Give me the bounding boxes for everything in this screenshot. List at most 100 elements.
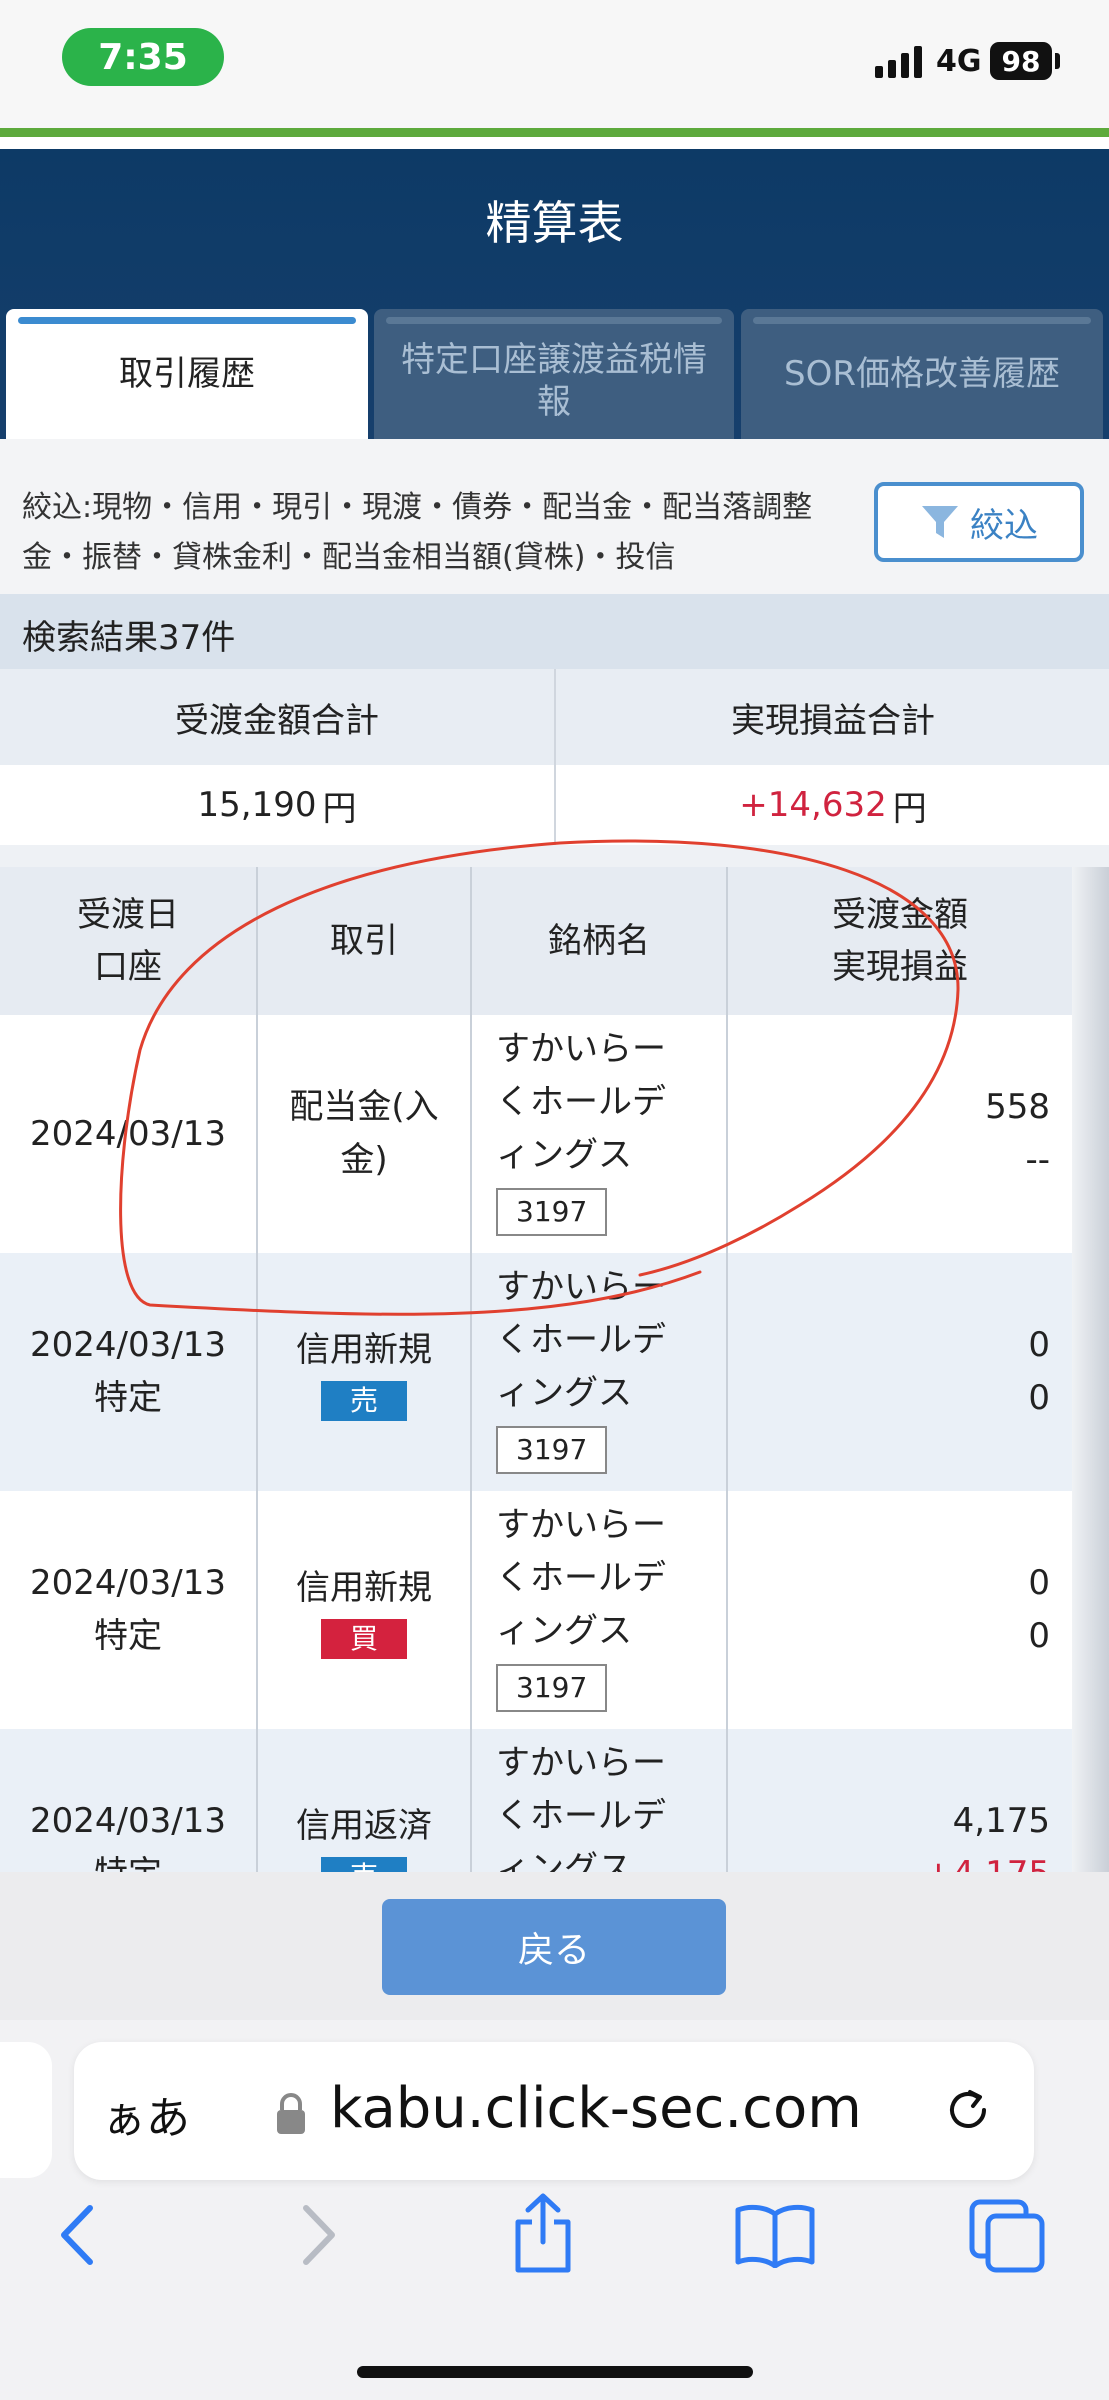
row-amounts: 0 0 [1028,1491,1050,1729]
table-row[interactable]: 2024/03/13 配当金(入 金) すかいらー くホールデ ィングス 319… [0,1015,1072,1253]
row-trade: 信用新規 買 [258,1491,470,1729]
trade-type: 信用返済 [296,1805,432,1846]
funnel-icon [922,506,958,538]
row-amounts: 558 -- [985,1015,1050,1253]
column-divider [470,867,472,1872]
row-amounts: 4,175 +4,175 [924,1729,1050,1872]
row-trade: 信用返済 売 [258,1729,470,1872]
page-header: 精算表 取引履歴 特定口座譲渡益税情報 SOR価格改善履歴 [0,149,1109,439]
tab-sor-history[interactable]: SOR価格改善履歴 [741,309,1103,439]
settlement-total-value: 15,190 [197,785,317,825]
date-text: 2024/03/13 [30,1113,226,1154]
col-header-name: 銘柄名 [548,921,650,961]
security-name: すかいらー くホールデ ィングス [496,1029,666,1175]
tab-trade-history[interactable]: 取引履歴 [6,309,368,439]
trade-type: 信用新規 [296,1567,432,1608]
column-divider [726,867,728,1872]
url-text: kabu.click-sec.com [330,2076,862,2141]
col-header-amount: 受渡金額 実現損益 [832,895,968,987]
status-bar: 7:35 4G 98 [0,0,1109,128]
sell-badge: 売 [321,1380,407,1421]
amount-value: 558 [985,1087,1050,1127]
currency-unit: 円 [892,788,927,829]
amount-value: 4,175 [952,1801,1050,1841]
date-text: 2024/03/13 [30,1563,226,1603]
account-type: 特定 [94,1378,162,1418]
results-count-bar: 検索結果37件 [0,594,1109,669]
pnl-total: +14,632 円 [556,765,1109,845]
row-trade: 配当金(入 金) [289,1087,439,1180]
browser-toolbar: ぁあ kabu.click-sec.com [0,2020,1109,2400]
row-security[interactable]: すかいらー くホールデ ィングス 3197 [496,1499,666,1713]
currency-unit: 円 [322,788,357,829]
date-text: 2024/03/13 [30,1325,226,1365]
tab-tax-info[interactable]: 特定口座譲渡益税情報 [374,309,734,439]
tabs-icon[interactable] [968,2198,1048,2274]
date-text: 2024/03/13 [30,1801,226,1841]
network-type: 4G [936,44,982,79]
cellular-signal-icon [875,46,922,78]
reload-icon[interactable] [940,2082,996,2138]
tab-indicator [386,317,722,324]
security-code: 3197 [496,1426,608,1474]
pnl-value: 0 [1028,1616,1050,1656]
battery-tip [1055,53,1060,69]
security-name: すかいらー くホールデ ィングス [496,1743,666,1872]
home-indicator [357,2366,753,2378]
previous-tab-preview[interactable] [0,2042,52,2178]
tab-label: SOR価格改善履歴 [784,353,1060,394]
settlement-total-label: 受渡金額合計 [175,700,379,741]
share-icon[interactable] [508,2192,578,2276]
amount-value: 0 [1028,1563,1050,1603]
row-amounts: 0 0 [1028,1253,1050,1491]
sell-badge: 売 [321,1856,407,1872]
page-title: 精算表 [485,196,624,250]
row-trade: 信用新規 売 [258,1253,470,1491]
row-date: 2024/03/13 特定 [0,1729,256,1872]
table-row[interactable]: 2024/03/13 特定 信用新規 買 すかいらー くホールデ ィングス 31… [0,1491,1072,1729]
address-bar[interactable]: ぁあ kabu.click-sec.com [74,2042,1034,2180]
pnl-value: 0 [1028,1378,1050,1418]
col-header-trade: 取引 [330,921,398,961]
row-date: 2024/03/13 [0,1015,256,1253]
bookmarks-icon[interactable] [734,2204,816,2268]
col-header-date: 受渡日 口座 [77,895,179,987]
back-button[interactable]: 戻る [382,1899,726,1995]
status-time: 7:35 [62,28,224,86]
reader-options-button[interactable]: ぁあ [102,2082,190,2146]
security-code: 3197 [496,1188,608,1236]
trade-table[interactable]: 受渡日 口座 取引 銘柄名 受渡金額 実現損益 2024/03/13 配当金(入… [0,867,1072,1872]
account-type: 特定 [94,1848,162,1872]
row-security[interactable]: すかいらー くホールデ ィングス 3197 [496,1261,666,1475]
pnl-total-value: +14,632 [739,785,887,825]
table-row[interactable]: 2024/03/13 特定 信用返済 売 すかいらー くホールデ ィングス 31… [0,1729,1072,1872]
row-date: 2024/03/13 特定 [0,1491,256,1729]
section-gap [0,845,1109,867]
tab-label: 取引履歴 [119,353,255,394]
summary-divider [554,669,556,845]
bottom-action-bar: 戻る [0,1872,1109,2020]
row-security[interactable]: すかいらー くホールデ ィングス 3197 [496,1737,666,1872]
battery-level: 98 [1001,44,1041,78]
table-header: 受渡日 口座 取引 銘柄名 受渡金額 実現損益 [0,867,1072,1015]
row-security[interactable]: すかいらー くホールデ ィングス 3197 [496,1023,666,1237]
forward-arrow-icon[interactable] [292,2200,342,2270]
security-name: すかいらー くホールデ ィングス [496,1505,666,1651]
battery-icon: 98 [990,42,1052,80]
security-name: すかいらー くホールデ ィングス [496,1267,666,1413]
pnl-total-label: 実現損益合計 [731,700,935,741]
back-arrow-icon[interactable] [54,2200,104,2270]
tab-indicator [753,317,1091,324]
filter-button[interactable]: 絞込 [874,482,1084,562]
amount-value: 0 [1028,1325,1050,1365]
row-date: 2024/03/13 特定 [0,1253,256,1491]
lock-icon [277,2093,305,2134]
progress-divider [0,128,1109,137]
tab-indicator [18,317,356,324]
table-row[interactable]: 2024/03/13 特定 信用新規 売 すかいらー くホールデ ィングス 31… [0,1253,1072,1491]
pnl-value: -- [1025,1140,1050,1180]
buy-badge: 買 [321,1618,407,1659]
results-count: 検索結果37件 [22,618,236,658]
table-scroll-shadow [1072,867,1109,1872]
filter-button-label: 絞込 [970,505,1038,546]
